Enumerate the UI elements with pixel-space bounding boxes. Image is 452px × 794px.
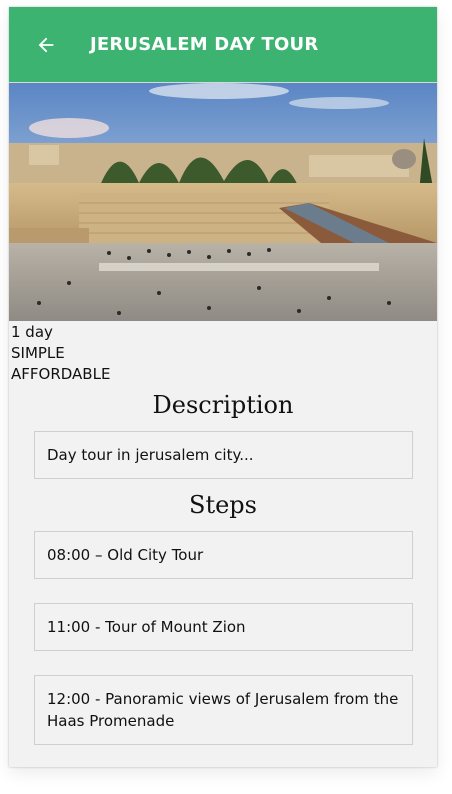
description-card: Day tour in jerusalem city... [34, 431, 413, 479]
price-level-text: AFFORDABLE [11, 365, 111, 383]
back-button[interactable] [26, 25, 66, 65]
duration-text: 1 day [11, 323, 53, 341]
top-app-bar: JERUSALEM DAY TOUR [9, 7, 437, 83]
step-text: 12:00 - Panoramic views of Jerusalem fro… [47, 690, 399, 730]
step-card: 12:00 - Panoramic views of Jerusalem fro… [34, 675, 413, 745]
step-card: 11:00 - Tour of Mount Zion [34, 603, 413, 651]
difficulty-text: SIMPLE [11, 344, 65, 362]
description-text: Day tour in jerusalem city... [47, 446, 254, 464]
tour-meta: 1 day SIMPLE AFFORDABLE [9, 322, 437, 385]
step-text: 11:00 - Tour of Mount Zion [47, 618, 246, 636]
page-title: JERUSALEM DAY TOUR [90, 34, 319, 55]
arrow-left-icon [38, 37, 54, 52]
hero-image [9, 83, 437, 321]
steps-heading: Steps [189, 491, 257, 519]
app-screen: JERUSALEM DAY TOUR 1 day SIMPLE AFFORDAB… [9, 7, 437, 767]
description-heading: Description [152, 391, 294, 419]
step-text: 08:00 – Old City Tour [47, 546, 204, 564]
step-card: 08:00 – Old City Tour [34, 531, 413, 579]
